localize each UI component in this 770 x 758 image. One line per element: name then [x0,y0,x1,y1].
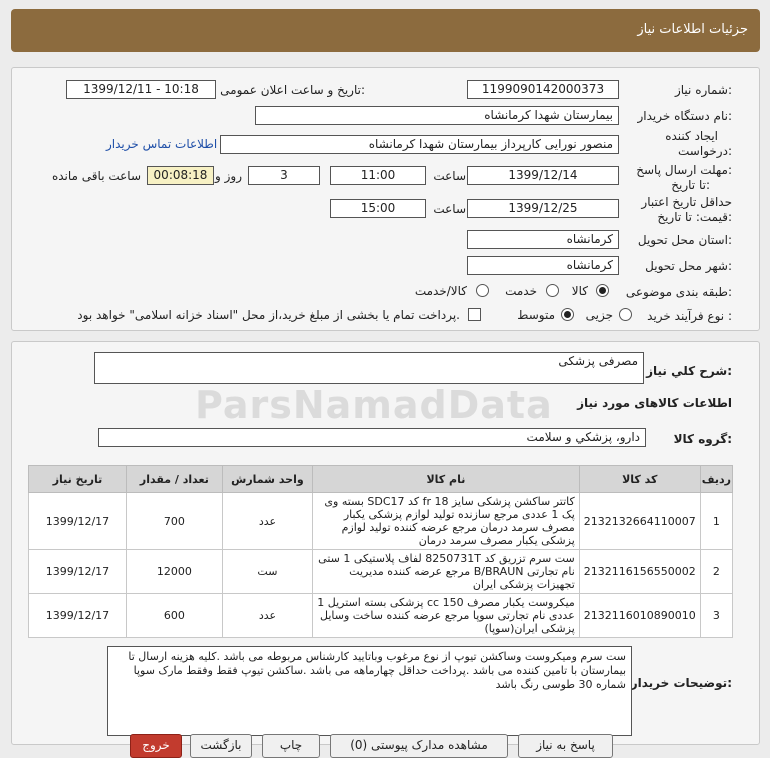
buyer-notes-field: ست سرم ومیکروست وساکشن تیوپ از نوع مرغوب… [107,646,632,736]
cell-name: میکروست یکبار مصرف cc 150 پزشکی بسته است… [312,593,580,638]
city-label: شهر محل تحویل: [645,259,732,273]
category-option-goods: کالا [571,284,588,298]
need-number-field: 1199090142000373 [467,80,619,99]
cell-unit: ست [221,549,314,594]
cell-date: 1399/12/17 [28,492,127,550]
days-label: روز و [215,169,242,183]
reply-deadline-label-1: مهلت ارسال پاسخ: [636,163,732,177]
page-title: جزئیات اطلاعات نیاز [637,22,748,37]
cell-name: ست سرم تزریق کد 8250731T لفاف پلاستیکی 1… [312,549,580,594]
cell-code: 2132116156550002 [578,549,701,594]
category-radio-goods[interactable] [596,284,609,297]
cell-code: 2132116010890010 [578,593,701,638]
category-option-service: خدمت [505,284,537,298]
cell-date: 1399/12/17 [28,593,127,638]
validity-date-field: 1399/12/25 [467,199,619,218]
reply-days-field: 3 [248,166,320,185]
category-radio-service[interactable] [546,284,559,297]
remaining-time-field: 00:08:18 [147,166,214,185]
creator-field: منصور نورایی کارپرداز بیمارستان شهدا کرم… [220,135,619,154]
cell-date: 1399/12/17 [28,549,127,594]
watermark: ParsNamadData [195,383,553,427]
print-button[interactable]: چاپ [262,734,320,758]
validity-time-field: 15:00 [330,199,426,218]
purchase-type-radio-medium[interactable] [561,308,574,321]
validity-label-2: قیمت: تا تاریخ: [657,210,732,224]
remaining-time-label: ساعت باقی مانده [51,169,141,183]
cell-qty: 12000 [125,549,223,594]
cell-row: 2 [699,549,734,594]
goods-group-field: دارو، پزشکي و سلامت [98,428,646,447]
province-label: استان محل تحویل: [637,233,732,247]
buyer-org-field: بیمارستان شهدا کرمانشاه [255,106,619,125]
page-header: جزئیات اطلاعات نیاز [11,9,760,52]
cell-row: 3 [699,593,734,638]
city-field: کرمانشاه [467,256,619,275]
cell-row: 1 [699,492,734,550]
col-qty: تعداد / مقدار [125,465,223,493]
exit-button[interactable]: خروج [130,734,182,758]
col-row: ردیف [699,465,734,493]
col-code: کد کالا [578,465,701,493]
creator-label-1: ایجاد کننده [665,129,718,143]
cell-unit: عدد [221,492,314,550]
goods-table-header: تاریخ نیاز تعداد / مقدار واحد شمارش نام … [28,465,734,493]
goods-group-label: گروه کالا: [673,432,732,446]
validity-label-1: حداقل تاریخ اعتبار [641,195,732,209]
purchase-type-label: نوع فرآیند خرید : [647,309,732,323]
summary-label: شرح کلي نياز: [646,364,732,378]
buyer-notes-label: توضیحات خریدار: [630,676,732,690]
cell-qty: 600 [125,593,223,638]
cell-code: 2132132664110007 [578,492,701,550]
buyer-contact-link[interactable]: اطلاعات تماس خریدار [106,137,217,151]
col-name: نام کالا [312,465,580,493]
goods-table: تاریخ نیاز تعداد / مقدار واحد شمارش نام … [28,465,734,638]
reply-date-field: 1399/12/14 [467,166,619,185]
reply-button[interactable]: پاسخ به نیاز [518,734,613,758]
table-row: 1399/12/17 600 عدد میکروست یکبار مصرف cc… [28,593,734,638]
reply-time-field: 11:00 [330,166,426,185]
back-button[interactable]: بازگشت [190,734,252,758]
need-number-label: شماره نیاز: [674,83,732,97]
table-row: 1399/12/17 700 عدد کاتتر ساکشن پزشکی سای… [28,492,734,550]
reply-deadline-label-2: تا تاریخ: [671,178,710,192]
province-field: کرمانشاه [467,230,619,249]
summary-field: مصرفی پزشکی [94,352,644,384]
creator-label-2: درخواست: [678,144,732,158]
validity-time-label: ساعت [433,202,466,216]
treasury-note: پرداخت تمام یا بخشی از مبلغ خرید،از محل … [77,308,460,322]
col-date: تاریخ نیاز [28,465,127,493]
table-row: 1399/12/17 12000 ست ست سرم تزریق کد 8250… [28,549,734,594]
purchase-type-option-minor: جزیی [585,308,613,322]
cell-qty: 700 [125,492,223,550]
buyer-org-label: نام دستگاه خریدار: [637,109,733,123]
category-radio-goods-service[interactable] [476,284,489,297]
goods-info-title: اطلاعات کالاهای مورد نیاز [577,396,732,410]
purchase-type-option-medium: متوسط [517,308,555,322]
category-option-goods-service: کالا/خدمت [414,284,467,298]
cell-unit: عدد [221,593,314,638]
purchase-type-radio-minor[interactable] [619,308,632,321]
reply-time-label: ساعت [433,169,466,183]
col-unit: واحد شمارش [221,465,314,493]
treasury-checkbox[interactable] [468,308,481,321]
announce-date-field: 1399/12/11 - 10:18 [66,80,216,99]
announce-date-label: تاریخ و ساعت اعلان عمومی: [220,83,365,97]
category-label: طبقه بندی موضوعی: [625,285,732,299]
cell-name: کاتتر ساکشن پزشکی سایز fr 18 کد SDC17 بس… [312,492,580,550]
view-attachments-button[interactable]: مشاهده مدارک پیوستی (0) [330,734,508,758]
